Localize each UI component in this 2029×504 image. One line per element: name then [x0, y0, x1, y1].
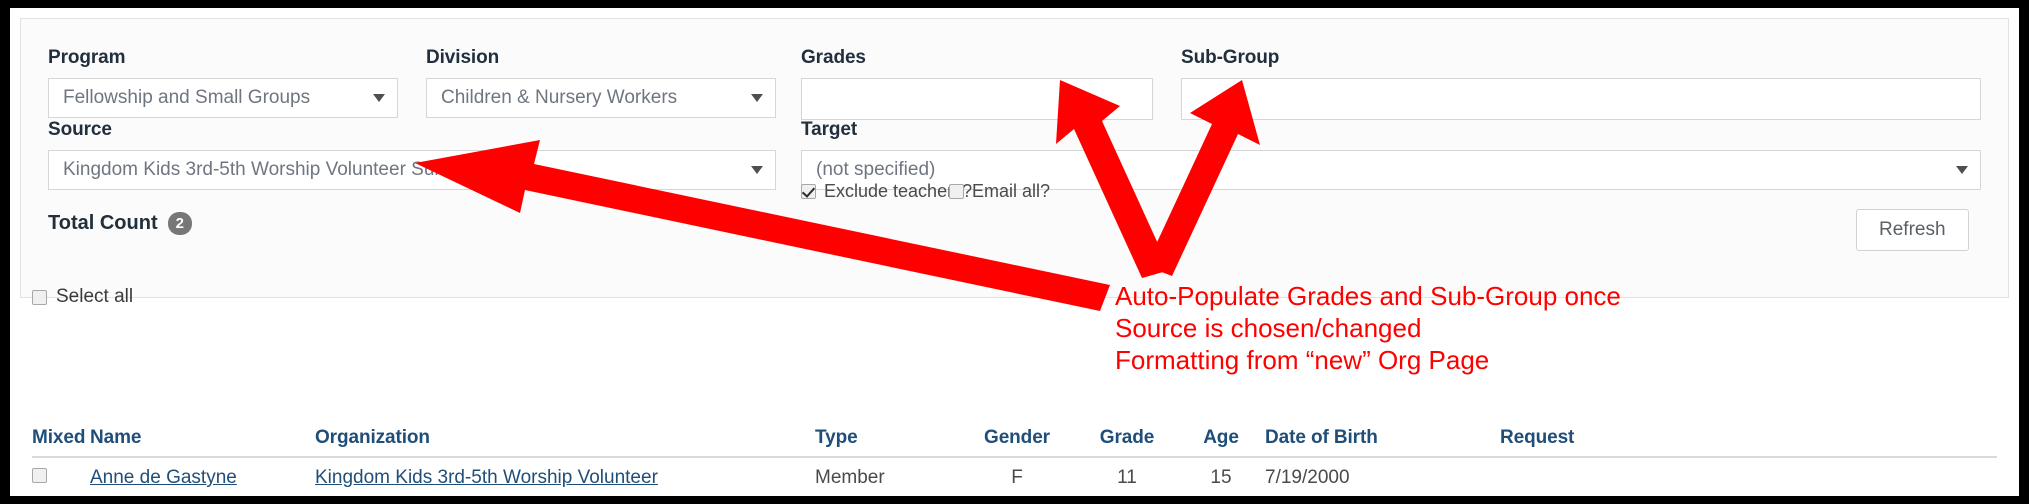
row-age-cell: 15	[1210, 467, 1232, 488]
source-select-value: Kingdom Kids 3rd-5th Worship Volunteer S…	[63, 159, 531, 180]
subgroup-label: Sub-Group	[1181, 47, 1280, 68]
column-header-mixed[interactable]: Mixed	[32, 427, 90, 449]
row-organization-cell: Kingdom Kids 3rd-5th Worship Volunteer	[315, 467, 815, 489]
row-grade-cell: 11	[1117, 467, 1137, 488]
column-header-request[interactable]: Request	[1500, 427, 1700, 449]
chevron-down-icon	[751, 166, 763, 174]
source-select[interactable]: Kingdom Kids 3rd-5th Worship Volunteer S…	[48, 150, 776, 190]
column-header-type[interactable]: Type	[815, 427, 967, 449]
target-label: Target	[801, 119, 858, 140]
row-type-cell: Member	[815, 467, 885, 488]
select-all-row[interactable]: Select all	[32, 286, 133, 308]
email-all-label: Email all?	[972, 181, 1051, 201]
subgroup-input[interactable]	[1181, 78, 1981, 120]
target-select-value: (not specified)	[816, 159, 936, 180]
division-field-group: Division Children & Nursery Workers	[426, 47, 776, 118]
refresh-button[interactable]: Refresh	[1856, 209, 1969, 251]
email-all-checkbox[interactable]	[949, 184, 964, 199]
column-header-name[interactable]: Name	[90, 427, 315, 449]
row-name-cell: Anne de Gastyne	[90, 467, 315, 489]
subgroup-field-group: Sub-Group	[1181, 47, 1981, 120]
column-header-gender[interactable]: Gender	[967, 427, 1077, 449]
organization-link[interactable]: Kingdom Kids 3rd-5th Worship Volunteer	[315, 467, 658, 488]
column-header-grade[interactable]: Grade	[1077, 427, 1187, 449]
select-all-label: Select all	[56, 286, 134, 307]
division-select-value: Children & Nursery Workers	[441, 87, 678, 108]
program-select[interactable]: Fellowship and Small Groups	[48, 78, 398, 118]
row-select-cell	[32, 467, 90, 489]
select-all-checkbox[interactable]	[32, 289, 47, 305]
app-screen: Program Fellowship and Small Groups Divi…	[10, 8, 2019, 496]
division-select[interactable]: Children & Nursery Workers	[426, 78, 776, 118]
column-header-date-of-birth[interactable]: Date of Birth	[1265, 427, 1500, 449]
row-date-of-birth-cell: 7/19/2000	[1265, 467, 1350, 488]
row-gender-cell: F	[1011, 467, 1023, 488]
total-count-badge: 2	[167, 212, 192, 235]
chevron-down-icon	[1956, 166, 1968, 174]
annotation-text: Auto-Populate Grades and Sub-Group once …	[1115, 280, 1621, 376]
target-field-group: Target (not specified)	[801, 119, 1981, 190]
table-header-row: Mixed Name Organization Type Gender Grad…	[32, 420, 1997, 458]
email-all-checkbox-row[interactable]: Email all?	[949, 181, 1050, 202]
table-row: Anne de Gastyne Kingdom Kids 3rd-5th Wor…	[32, 458, 1997, 496]
total-count: Total Count 2	[48, 212, 192, 235]
source-field-group: Source Kingdom Kids 3rd-5th Worship Volu…	[48, 119, 776, 190]
division-label: Division	[426, 47, 500, 68]
total-count-label: Total Count	[48, 212, 158, 234]
grades-label: Grades	[801, 47, 866, 68]
column-header-organization[interactable]: Organization	[315, 427, 815, 449]
source-label: Source	[48, 119, 112, 140]
annotation-line-2: Source is chosen/changed	[1115, 313, 1422, 343]
program-label: Program	[48, 47, 126, 68]
column-header-age[interactable]: Age	[1187, 427, 1265, 449]
filter-panel: Program Fellowship and Small Groups Divi…	[20, 18, 2009, 298]
person-link[interactable]: Anne de Gastyne	[90, 467, 237, 488]
program-field-group: Program Fellowship and Small Groups	[48, 47, 398, 118]
grades-field-group: Grades	[801, 47, 1153, 120]
chevron-down-icon	[373, 94, 385, 102]
annotation-line-3: Formatting from “new” Org Page	[1115, 345, 1490, 375]
annotation-line-1: Auto-Populate Grades and Sub-Group once	[1115, 281, 1621, 311]
results-table: Mixed Name Organization Type Gender Grad…	[32, 420, 1997, 496]
program-select-value: Fellowship and Small Groups	[63, 87, 311, 108]
row-select-checkbox[interactable]	[32, 468, 47, 483]
grades-input[interactable]	[801, 78, 1153, 120]
exclude-teachers-checkbox[interactable]	[801, 184, 816, 199]
chevron-down-icon	[751, 94, 763, 102]
exclude-teachers-checkbox-row[interactable]: Exclude teachers?	[801, 181, 972, 202]
